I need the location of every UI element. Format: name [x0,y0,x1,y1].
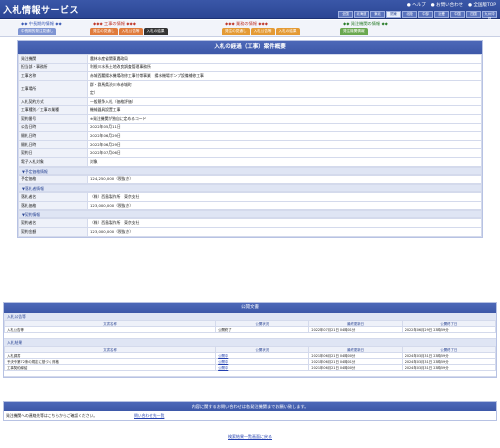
category-title: ◆◆◆ 業務の情報 ◆◆◆ [225,21,268,26]
tab-services-results[interactable]: 入札の結果 [275,28,300,35]
region-tab-shikoku[interactable]: 四国 [466,11,481,18]
table-row: 開札日時 2022年06月29日 [18,139,482,150]
region-tab-hokuriku[interactable]: 北陸 [402,11,417,18]
region-tab-tohoku[interactable]: 東北 [370,11,385,18]
document-link[interactable]: 公開中 [218,366,228,370]
help-link[interactable]: ● ヘルプ [407,2,426,8]
table-row: 工事場所 群・群馬県渋川市赤城町 定） [18,79,482,98]
tab-longterm-outlook[interactable]: 中長期的発注見通し [18,28,57,35]
results-table: 文書名称 公開状況 最終更新日 公開終了日 入札調書 公開中 2021年06月2… [3,346,497,371]
price-table: 予定価格 124,250,000（税抜き） [18,174,482,185]
panel-title: 入札の経過（工事）案件概要 [18,41,482,54]
region-tab-kanto[interactable]: 関東 [386,11,401,18]
section-results: 入札結果 [4,339,496,346]
region-tab-hokkaido[interactable]: 北海道 [354,11,369,18]
docs-title: 公開文書 [4,303,496,313]
back-to-results: 検索結果一覧画面に戻る [0,434,500,440]
tab-construction-notices[interactable]: 入札公告等 [118,28,143,35]
contact-link[interactable]: ● お問い合わせ [431,2,463,8]
table-row: 公告日時 2022年05月11日 [18,122,482,133]
table-row: 入札公告等 公開終了 2022年07月21日 04時01分 2022年06月29… [3,326,497,333]
table-row: 工事契約締結 公開中 2021年06月21日 04時00分 2024年03月31… [3,364,497,371]
table-row: 契約金額 123,000,000（税抜き） [18,226,482,237]
table-row: 担当部・事務所 利根川水系土地改良調査管理事務所 [18,62,482,73]
region-tab-chugoku[interactable]: 中国 [450,11,465,18]
table-row: 発注機関 農林水産省関東農政局 [18,54,482,64]
case-summary-table: 発注機関 農林水産省関東農政局 担当部・事務所 利根川水系土地改良調査管理事務所 工… [18,54,482,167]
table-row: 電子入札対象 対象 [18,156,482,167]
tab-agency-info[interactable]: 発注機関情報 [340,28,368,35]
contact-text: 発注機関への連絡先等はこちらからご確認ください。 [6,413,98,418]
region-tab-kinki[interactable]: 近畿 [434,11,449,18]
table-row: 予定価格 124,250,000（税抜き） [18,174,482,185]
contact-body: 発注機関への連絡先等はこちらからご確認ください。 問い合わせ先一覧 [4,411,496,420]
section-notices: 入札公告等 [4,313,496,320]
table-row: 契約者名 （株）西島製作所 東京支社 [18,218,482,228]
category-services: ◆◆◆ 業務の情報 ◆◆◆ 発注の見通し 入札公告等 入札の結果 [222,21,300,35]
tab-services-outlook[interactable]: 発注の見通し [222,28,250,35]
case-summary-panel: 入札の経過（工事）案件概要 発注機関 農林水産省関東農政局 担当部・事務所 利根川水… [17,40,483,238]
section-contract: ▼契約情報 [18,210,482,219]
contact-list-link[interactable]: 問い合わせ先一覧 [134,411,164,420]
contract-table: 契約者名 （株）西島製作所 東京支社 契約金額 123,000,000（税抜き） [18,218,482,237]
tab-services-notices[interactable]: 入札公告等 [250,28,275,35]
document-link[interactable]: 公開中 [218,354,228,358]
document-link[interactable]: 公開中 [218,360,228,364]
category-title: ◆◆ 発注機関の情報 ◆◆ [343,21,388,26]
site-title[interactable]: 入札情報サービス [3,3,79,16]
table-row: 入札契約方式 一般競争入札（価格評価） [18,96,482,107]
region-tab-chubu[interactable]: 中部 [418,11,433,18]
category-nav: ◆◆ 中長期的情報 ◆◆ 中長期的発注見通し ◆◆◆ 工事の情報 ◆◆◆ 発注の… [0,20,500,37]
tab-construction-results[interactable]: 入札の結果 [143,28,168,35]
table-row: 落札価格 123,000,000（税抜き） [18,200,482,211]
region-tab-all[interactable]: 全国 [338,11,353,18]
table-row: 開札日時 2022年06月29日 [18,131,482,141]
table-row: 契約番号 ※発注機関が独自に定めるコード [18,113,482,124]
category-title: ◆◆ 中長期的情報 ◆◆ [21,21,62,26]
contact-title: 内容に関するお問い合わせは各発注機関までお願い致します。 [4,402,496,411]
category-longterm: ◆◆ 中長期的情報 ◆◆ 中長期的発注見通し [18,21,62,35]
contact-section: 内容に関するお問い合わせは各発注機関までお願い致します。 発注機関への連絡先等は… [3,401,497,421]
table-row: 工事名称 赤城西麓揚水機場改修工事付帯事業 揚水機場ポンプ設備補修工事 [18,71,482,81]
category-agency: ◆◆ 発注機関の情報 ◆◆ 発注機関情報 [340,21,388,35]
top-links: ● ヘルプ ● お問い合わせ ● 全国版TOP [407,2,496,8]
category-title: ◆◆◆ 工事の情報 ◆◆◆ [93,21,136,26]
section-price: ▼予定価格情報 [18,166,482,175]
table-row: 契約日 2022年07月06日 [18,148,482,158]
site-header: 入札情報サービス ● ヘルプ ● お問い合わせ ● 全国版TOP 全国 北海道 … [0,0,500,21]
section-winner: ▼落札者情報 [18,184,482,193]
back-to-results-link[interactable]: 検索結果一覧画面に戻る [228,434,272,439]
notices-table: 文書名称 公開状況 最終更新日 公開終了日 入札公告等 公開終了 2022年07… [3,320,497,333]
table-row: 落札者名 （株）西島製作所 東京支社 [18,192,482,202]
region-tabs: 全国 北海道 東北 関東 北陸 中部 近畿 中国 四国 九州沖縄 [338,11,497,21]
table-row: 工事種別／工事の業種 機械器具設置工事 [18,105,482,115]
public-documents: 公開文書 入札公告等 文書名称 公開状況 最終更新日 公開終了日 入札公告等 公… [3,302,497,378]
tab-construction-outlook[interactable]: 発注の見通し [90,28,118,35]
national-top-link[interactable]: ● 全国版TOP [468,2,496,8]
category-construction: ◆◆◆ 工事の情報 ◆◆◆ 発注の見通し 入札公告等 入札の結果 [90,21,168,35]
region-tab-kyushu[interactable]: 九州沖縄 [482,11,497,21]
winner-table: 落札者名 （株）西島製作所 東京支社 落札価格 123,000,000（税抜き） [18,192,482,211]
